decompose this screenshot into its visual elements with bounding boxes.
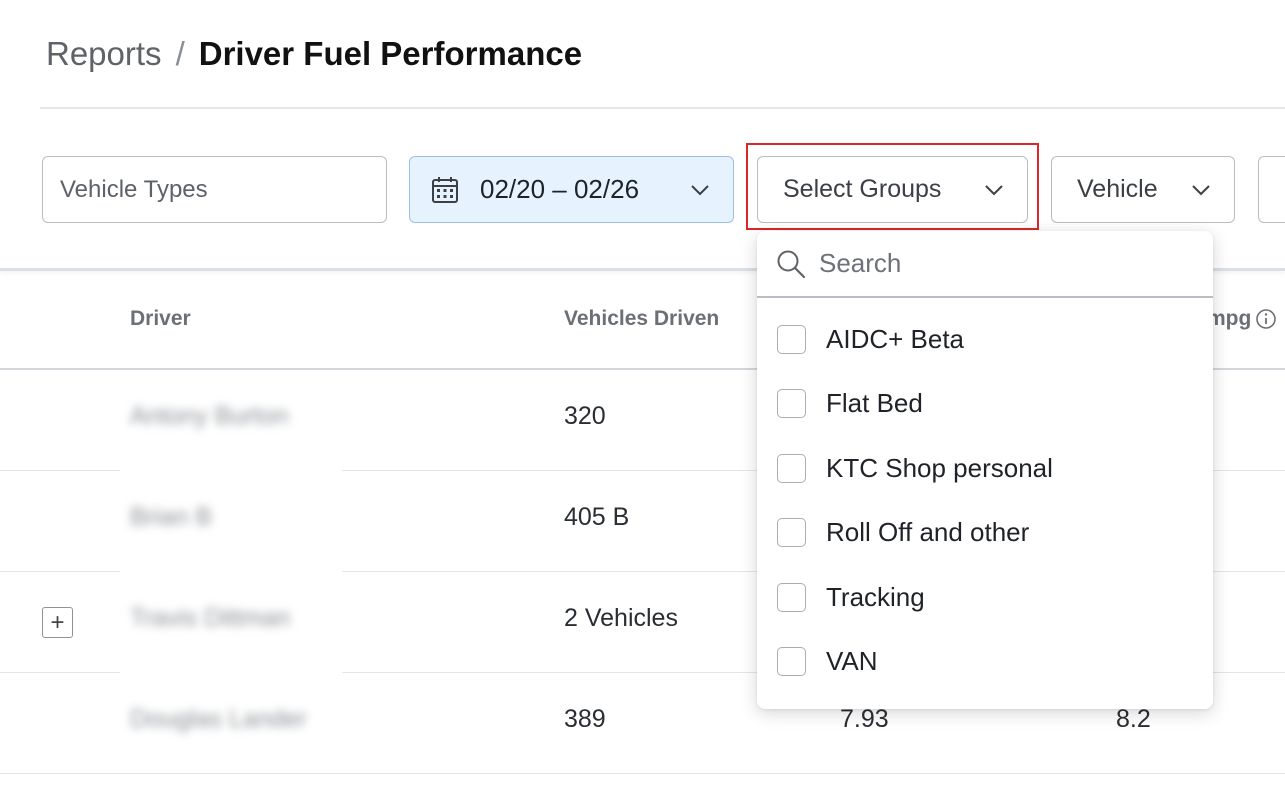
driver-name[interactable]: Travis Dittman	[130, 604, 290, 633]
groups-dropdown-menu: AIDC+ Beta Flat Bed KTC Shop personal Ro…	[757, 231, 1213, 709]
breadcrumb-reports-link[interactable]: Reports	[46, 35, 162, 73]
group-option[interactable]: Flat Bed	[757, 372, 1213, 437]
group-checkbox[interactable]	[777, 324, 806, 354]
column-header-mpg[interactable]: mpg	[1207, 307, 1277, 331]
group-option-label: KTC Shop personal	[826, 452, 1053, 483]
vehicle-filter-label: Vehicle	[1077, 175, 1158, 203]
select-groups-label: Select Groups	[783, 175, 942, 203]
chevron-down-icon	[691, 185, 709, 196]
group-option[interactable]: Roll Off and other	[757, 501, 1213, 566]
page-title: Driver Fuel Performance	[198, 35, 583, 72]
header-divider	[40, 107, 1285, 109]
column-header-mpg-label: mpg	[1207, 307, 1252, 330]
info-icon[interactable]	[1255, 308, 1277, 330]
column-header-driver[interactable]: Driver	[130, 307, 191, 331]
groups-option-list: AIDC+ Beta Flat Bed KTC Shop personal Ro…	[757, 307, 1213, 694]
calendar-icon	[432, 176, 458, 203]
group-option-label: VAN	[826, 646, 878, 677]
group-option-label: AIDC+ Beta	[826, 323, 965, 354]
breadcrumb: Reports / Driver Fuel Performance	[46, 30, 582, 78]
column-header-vehicles-driven[interactable]: Vehicles Driven	[564, 307, 719, 331]
driver-name[interactable]: Brian B	[130, 503, 212, 532]
group-checkbox[interactable]	[777, 647, 806, 677]
vehicle-types-filter[interactable]: Vehicle Types	[42, 156, 387, 223]
groups-search-bar	[757, 231, 1213, 298]
group-checkbox[interactable]	[777, 453, 806, 483]
driver-name[interactable]: Douglas Lander	[130, 705, 307, 734]
group-option[interactable]: Tracking	[757, 565, 1213, 630]
vehicles-driven: 405 B	[564, 503, 630, 531]
vehicles-driven: 320	[564, 402, 606, 430]
group-checkbox[interactable]	[777, 389, 806, 419]
group-option[interactable]: VAN	[757, 630, 1213, 695]
date-range-filter[interactable]: 02/20 – 02/26	[409, 156, 734, 223]
vehicles-driven: 2 Vehicles	[564, 604, 678, 632]
mpg-value: 8.2	[1116, 705, 1151, 733]
chevron-down-icon	[1192, 185, 1210, 196]
breadcrumb-separator: /	[175, 35, 185, 72]
metric-value: 7.93	[840, 705, 889, 733]
vehicles-driven: 389	[564, 705, 606, 733]
chevron-down-icon	[985, 185, 1003, 196]
select-groups-dropdown[interactable]: Select Groups	[757, 156, 1028, 223]
additional-filter[interactable]	[1258, 156, 1285, 223]
vehicle-filter-dropdown[interactable]: Vehicle	[1051, 156, 1235, 223]
groups-search-input[interactable]	[819, 248, 1179, 279]
search-icon	[777, 250, 806, 278]
group-option[interactable]: KTC Shop personal	[757, 436, 1213, 501]
group-option-label: Roll Off and other	[826, 517, 1030, 548]
group-option[interactable]: AIDC+ Beta	[757, 307, 1213, 372]
date-range-value: 02/20 – 02/26	[480, 174, 640, 204]
driver-name[interactable]: Antony Burton	[130, 402, 288, 431]
group-option-label: Tracking	[826, 581, 925, 612]
group-checkbox[interactable]	[777, 582, 806, 612]
group-checkbox[interactable]	[777, 518, 806, 548]
expand-row-button[interactable]: +	[42, 607, 73, 638]
vehicle-types-placeholder: Vehicle Types	[60, 175, 208, 203]
group-option-label: Flat Bed	[826, 388, 923, 419]
